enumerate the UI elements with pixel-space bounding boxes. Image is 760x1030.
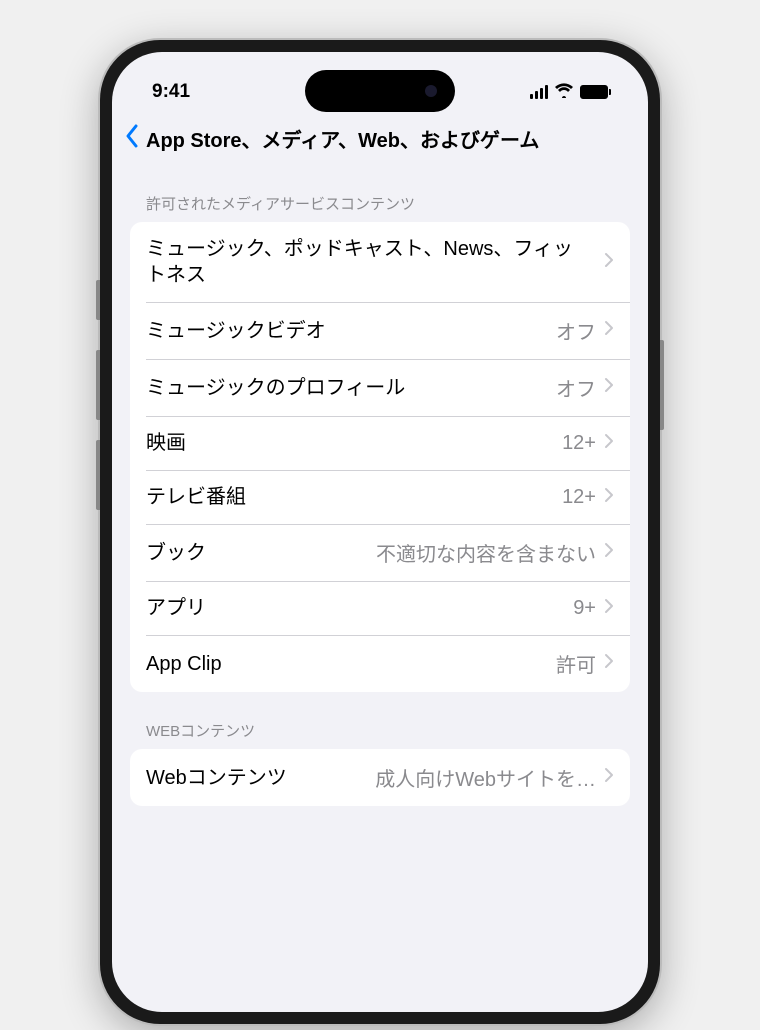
chevron-right-icon [604, 653, 614, 674]
chevron-right-icon [604, 377, 614, 398]
chevron-right-icon [604, 767, 614, 788]
status-time: 9:41 [152, 81, 190, 103]
signal-icon [530, 85, 548, 99]
row-app-clip[interactable]: App Clip 許可 [130, 635, 630, 692]
row-apps[interactable]: アプリ 9+ [130, 581, 630, 635]
wifi-icon [554, 82, 574, 103]
row-label: ミュージック、ポッドキャスト、News、フィットネス [146, 236, 588, 288]
row-label: テレビ番組 [146, 484, 554, 510]
row-music-video[interactable]: ミュージックビデオ オフ [130, 302, 630, 359]
row-label: ブック [146, 540, 368, 566]
row-web-content[interactable]: Webコンテンツ 成人向けWebサイトを… [130, 749, 630, 806]
row-label: ミュージックビデオ [146, 318, 548, 344]
row-value: オフ [556, 373, 596, 402]
screen: 9:41 App Store、メディア、Web、およびゲーム 許可されたメディア… [112, 52, 648, 1012]
row-label: App Clip [146, 651, 548, 677]
row-tv[interactable]: テレビ番組 12+ [130, 470, 630, 524]
chevron-right-icon [604, 320, 614, 341]
page-title: App Store、メディア、Web、およびゲーム [146, 124, 634, 153]
row-value: 不適切な内容を含まない [376, 538, 596, 567]
section-header-media: 許可されたメディアサービスコンテンツ [130, 165, 630, 222]
row-music-profile[interactable]: ミュージックのプロフィール オフ [130, 359, 630, 416]
row-music-podcasts[interactable]: ミュージック、ポッドキャスト、News、フィットネス [130, 222, 630, 302]
nav-bar: App Store、メディア、Web、およびゲーム [112, 112, 648, 165]
dynamic-island [305, 70, 455, 112]
chevron-right-icon [604, 252, 614, 273]
chevron-right-icon [604, 433, 614, 454]
phone-frame: 9:41 App Store、メディア、Web、およびゲーム 許可されたメディア… [100, 40, 660, 1024]
row-value: 成人向けWebサイトを… [375, 763, 596, 792]
chevron-right-icon [604, 598, 614, 619]
chevron-right-icon [604, 542, 614, 563]
back-button[interactable] [122, 122, 142, 155]
chevron-right-icon [604, 487, 614, 508]
row-value: 12+ [562, 432, 596, 455]
row-movies[interactable]: 映画 12+ [130, 416, 630, 470]
list-group-web: Webコンテンツ 成人向けWebサイトを… [130, 749, 630, 806]
status-icons [530, 82, 608, 103]
content: 許可されたメディアサービスコンテンツ ミュージック、ポッドキャスト、News、フ… [112, 165, 648, 806]
battery-icon [580, 85, 608, 99]
row-value: オフ [556, 316, 596, 345]
row-value: 9+ [573, 597, 596, 620]
section-header-web: WEBコンテンツ [130, 692, 630, 749]
row-value: 12+ [562, 486, 596, 509]
row-label: アプリ [146, 595, 565, 621]
row-value: 許可 [556, 649, 596, 678]
row-label: 映画 [146, 430, 554, 456]
row-label: ミュージックのプロフィール [146, 375, 548, 401]
row-label: Webコンテンツ [146, 765, 367, 791]
row-books[interactable]: ブック 不適切な内容を含まない [130, 524, 630, 581]
list-group-media: ミュージック、ポッドキャスト、News、フィットネス ミュージックビデオ オフ … [130, 222, 630, 692]
